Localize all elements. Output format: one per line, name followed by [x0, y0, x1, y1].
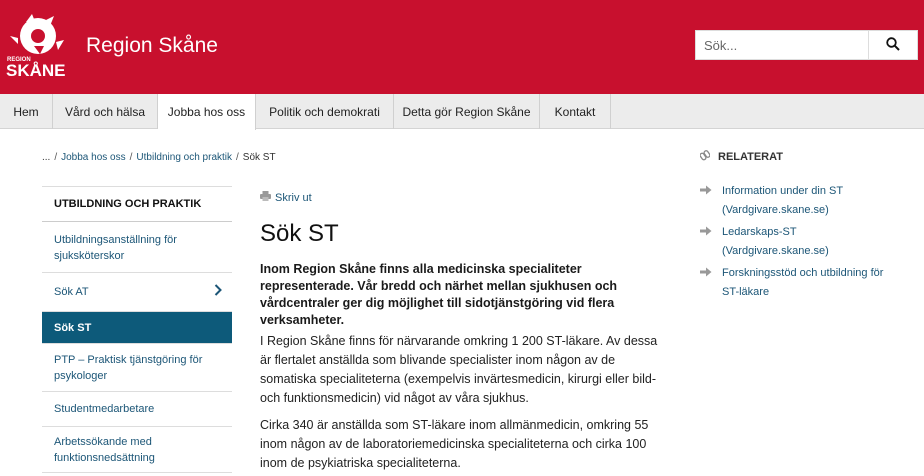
arrow-right-icon	[700, 223, 722, 261]
sidebar-heading: UTBILDNING OCH PRAKTIK	[42, 186, 232, 222]
site-title[interactable]: Region Skåne	[86, 34, 218, 58]
sidebar-item-label: Arbetssökande med funktionsnedsättning	[54, 435, 155, 464]
sidebar-item-ptp[interactable]: PTP – Praktisk tjänstgöring för psykolog…	[42, 344, 232, 392]
breadcrumb-separator: /	[54, 152, 58, 163]
print-link[interactable]: Skriv ut	[260, 191, 312, 204]
breadcrumb-current: Sök ST	[242, 152, 276, 163]
related-heading-label: RELATERAT	[718, 151, 783, 163]
sidebar-item-label: Utbildningsanställning för sjukskötersko…	[54, 233, 177, 262]
breadcrumb-jobba-hos-oss[interactable]: Jobba hos oss	[61, 152, 126, 163]
nav-item-jobba-hos-oss[interactable]: Jobba hos oss	[158, 94, 256, 130]
sidebar-item-sok-st[interactable]: Sök ST	[42, 312, 232, 344]
sidebar-item-label: Studentmedarbetare	[54, 403, 155, 415]
breadcrumb-separator: /	[129, 152, 133, 163]
related-item-label: Forskningsstöd och utbildning för ST-läk…	[722, 267, 884, 298]
nav-item-detta-gor-region-skane[interactable]: Detta gör Region Skåne	[394, 94, 540, 129]
sidebar-item-label: PTP – Praktisk tjänstgöring för psykolog…	[54, 353, 203, 382]
sidebar-item-sok-at[interactable]: Sök AT	[42, 273, 232, 312]
lead-paragraph: Inom Region Skåne finns alla medicinska …	[260, 262, 618, 327]
sidebar-item-label: Sök AT	[54, 286, 89, 298]
related-heading: RELATERAT	[699, 150, 783, 164]
main-nav: Hem Vård och hälsa Jobba hos oss Politik…	[0, 94, 924, 130]
printer-icon	[260, 191, 271, 204]
search-box	[695, 30, 918, 60]
site-header: REGION SKÅNE Region Skåne	[0, 0, 924, 94]
breadcrumb-separator: /	[236, 152, 239, 163]
nav-item-vard-och-halsa[interactable]: Vård och hälsa	[53, 94, 158, 129]
chevron-right-icon	[214, 284, 222, 300]
nav-item-kontakt[interactable]: Kontakt	[540, 94, 611, 129]
breadcrumb-utbildning-och-praktik[interactable]: Utbildning och praktik	[136, 152, 232, 163]
breadcrumb-ellipsis[interactable]: ...	[42, 152, 50, 163]
svg-text:SKÅNE: SKÅNE	[6, 61, 66, 78]
related-item-forskningsstod[interactable]: Forskningsstöd och utbildning för ST-läk…	[700, 264, 900, 302]
arrow-right-icon	[700, 182, 722, 220]
body-paragraph: Cirka 340 är anställda som ST-läkare ino…	[260, 418, 649, 470]
related-item-label: Ledarskaps-ST (Vardgivare.skane.se)	[722, 226, 829, 257]
sidebar-item-utbildningsanstallning[interactable]: Utbildningsanställning för sjukskötersko…	[42, 223, 232, 273]
related-item-ledarskaps-st[interactable]: Ledarskaps-ST (Vardgivare.skane.se)	[700, 223, 900, 261]
related-item-information-under-din-st[interactable]: Information under din ST (Vardgivare.ska…	[700, 182, 900, 220]
breadcrumb: ... / Jobba hos oss / Utbildning och pra…	[42, 152, 276, 163]
sidebar-item-arbetssokande[interactable]: Arbetssökande med funktionsnedsättning	[42, 427, 232, 473]
search-button[interactable]	[869, 31, 917, 59]
sidebar: UTBILDNING OCH PRAKTIK Utbildningsanstäl…	[42, 186, 232, 473]
print-label: Skriv ut	[275, 191, 312, 204]
related-item-label: Information under din ST (Vardgivare.ska…	[722, 185, 843, 216]
sidebar-item-studentmedarbetare[interactable]: Studentmedarbetare	[42, 392, 232, 427]
region-skane-logo[interactable]: REGION SKÅNE	[6, 12, 74, 80]
link-icon	[699, 150, 711, 164]
nav-item-politik-och-demokrati[interactable]: Politik och demokrati	[256, 94, 394, 129]
search-icon	[886, 36, 900, 54]
page-title: Sök ST	[260, 220, 339, 247]
search-input[interactable]	[696, 31, 868, 59]
nav-item-hem[interactable]: Hem	[0, 94, 53, 129]
arrow-right-icon	[700, 264, 722, 302]
sidebar-item-label: Sök ST	[54, 321, 92, 334]
body-paragraph: I Region Skåne finns för närvarande omkr…	[260, 334, 658, 405]
